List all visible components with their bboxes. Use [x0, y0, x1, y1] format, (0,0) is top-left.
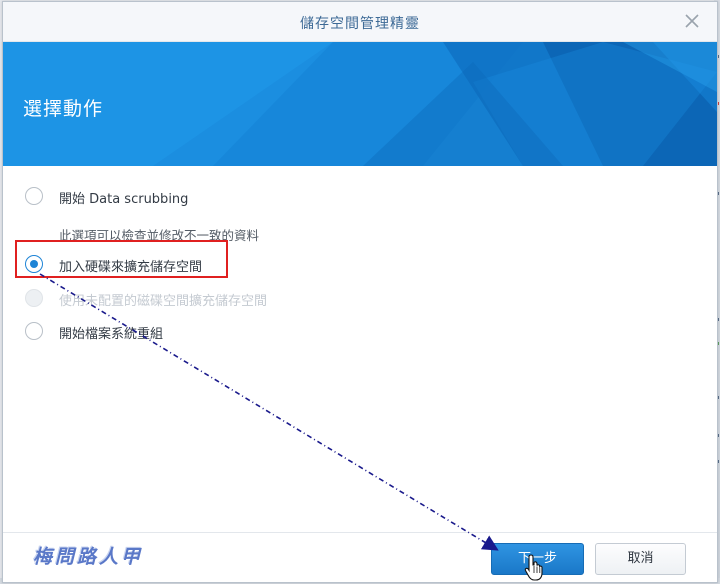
option-label: 開始檔案系統重組	[59, 327, 164, 342]
footer-divider	[3, 532, 717, 533]
dialog-titlebar: 儲存空間管理精靈	[3, 2, 717, 42]
cancel-button[interactable]: 取消	[595, 543, 686, 575]
radio-button-disabled	[25, 289, 43, 307]
close-icon[interactable]	[683, 12, 701, 30]
storage-manager-wizard-dialog: 儲存空間管理精靈 選擇動作 開始 Data scrubbing 此選項可以檢查並…	[2, 1, 718, 583]
annotation-highlight-box	[15, 240, 228, 278]
radio-button[interactable]	[25, 322, 43, 340]
option-label: 使用未配置的磁碟空間擴充儲存空間	[59, 294, 268, 309]
watermark: 梅問路人甲	[33, 546, 144, 568]
next-button[interactable]: 下一步	[491, 543, 584, 575]
banner-background	[3, 42, 717, 166]
dialog-title: 儲存空間管理精靈	[300, 16, 420, 32]
wizard-banner: 選擇動作	[3, 42, 717, 166]
banner-heading: 選擇動作	[23, 98, 104, 120]
radio-button[interactable]	[25, 187, 43, 205]
option-label: 開始 Data scrubbing	[59, 192, 189, 207]
